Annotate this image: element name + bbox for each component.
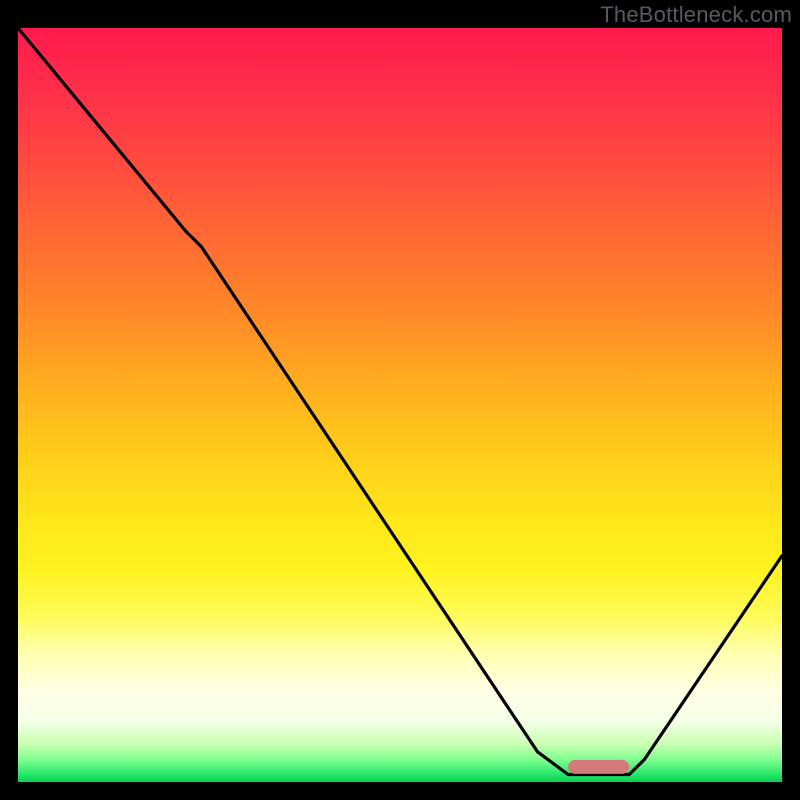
bottleneck-curve-path xyxy=(18,28,782,775)
chart-svg xyxy=(18,28,782,782)
chart-frame: TheBottleneck.com xyxy=(0,0,800,800)
watermark-label: TheBottleneck.com xyxy=(600,2,792,28)
optimal-range-marker xyxy=(568,760,629,774)
plot-area xyxy=(18,28,782,782)
